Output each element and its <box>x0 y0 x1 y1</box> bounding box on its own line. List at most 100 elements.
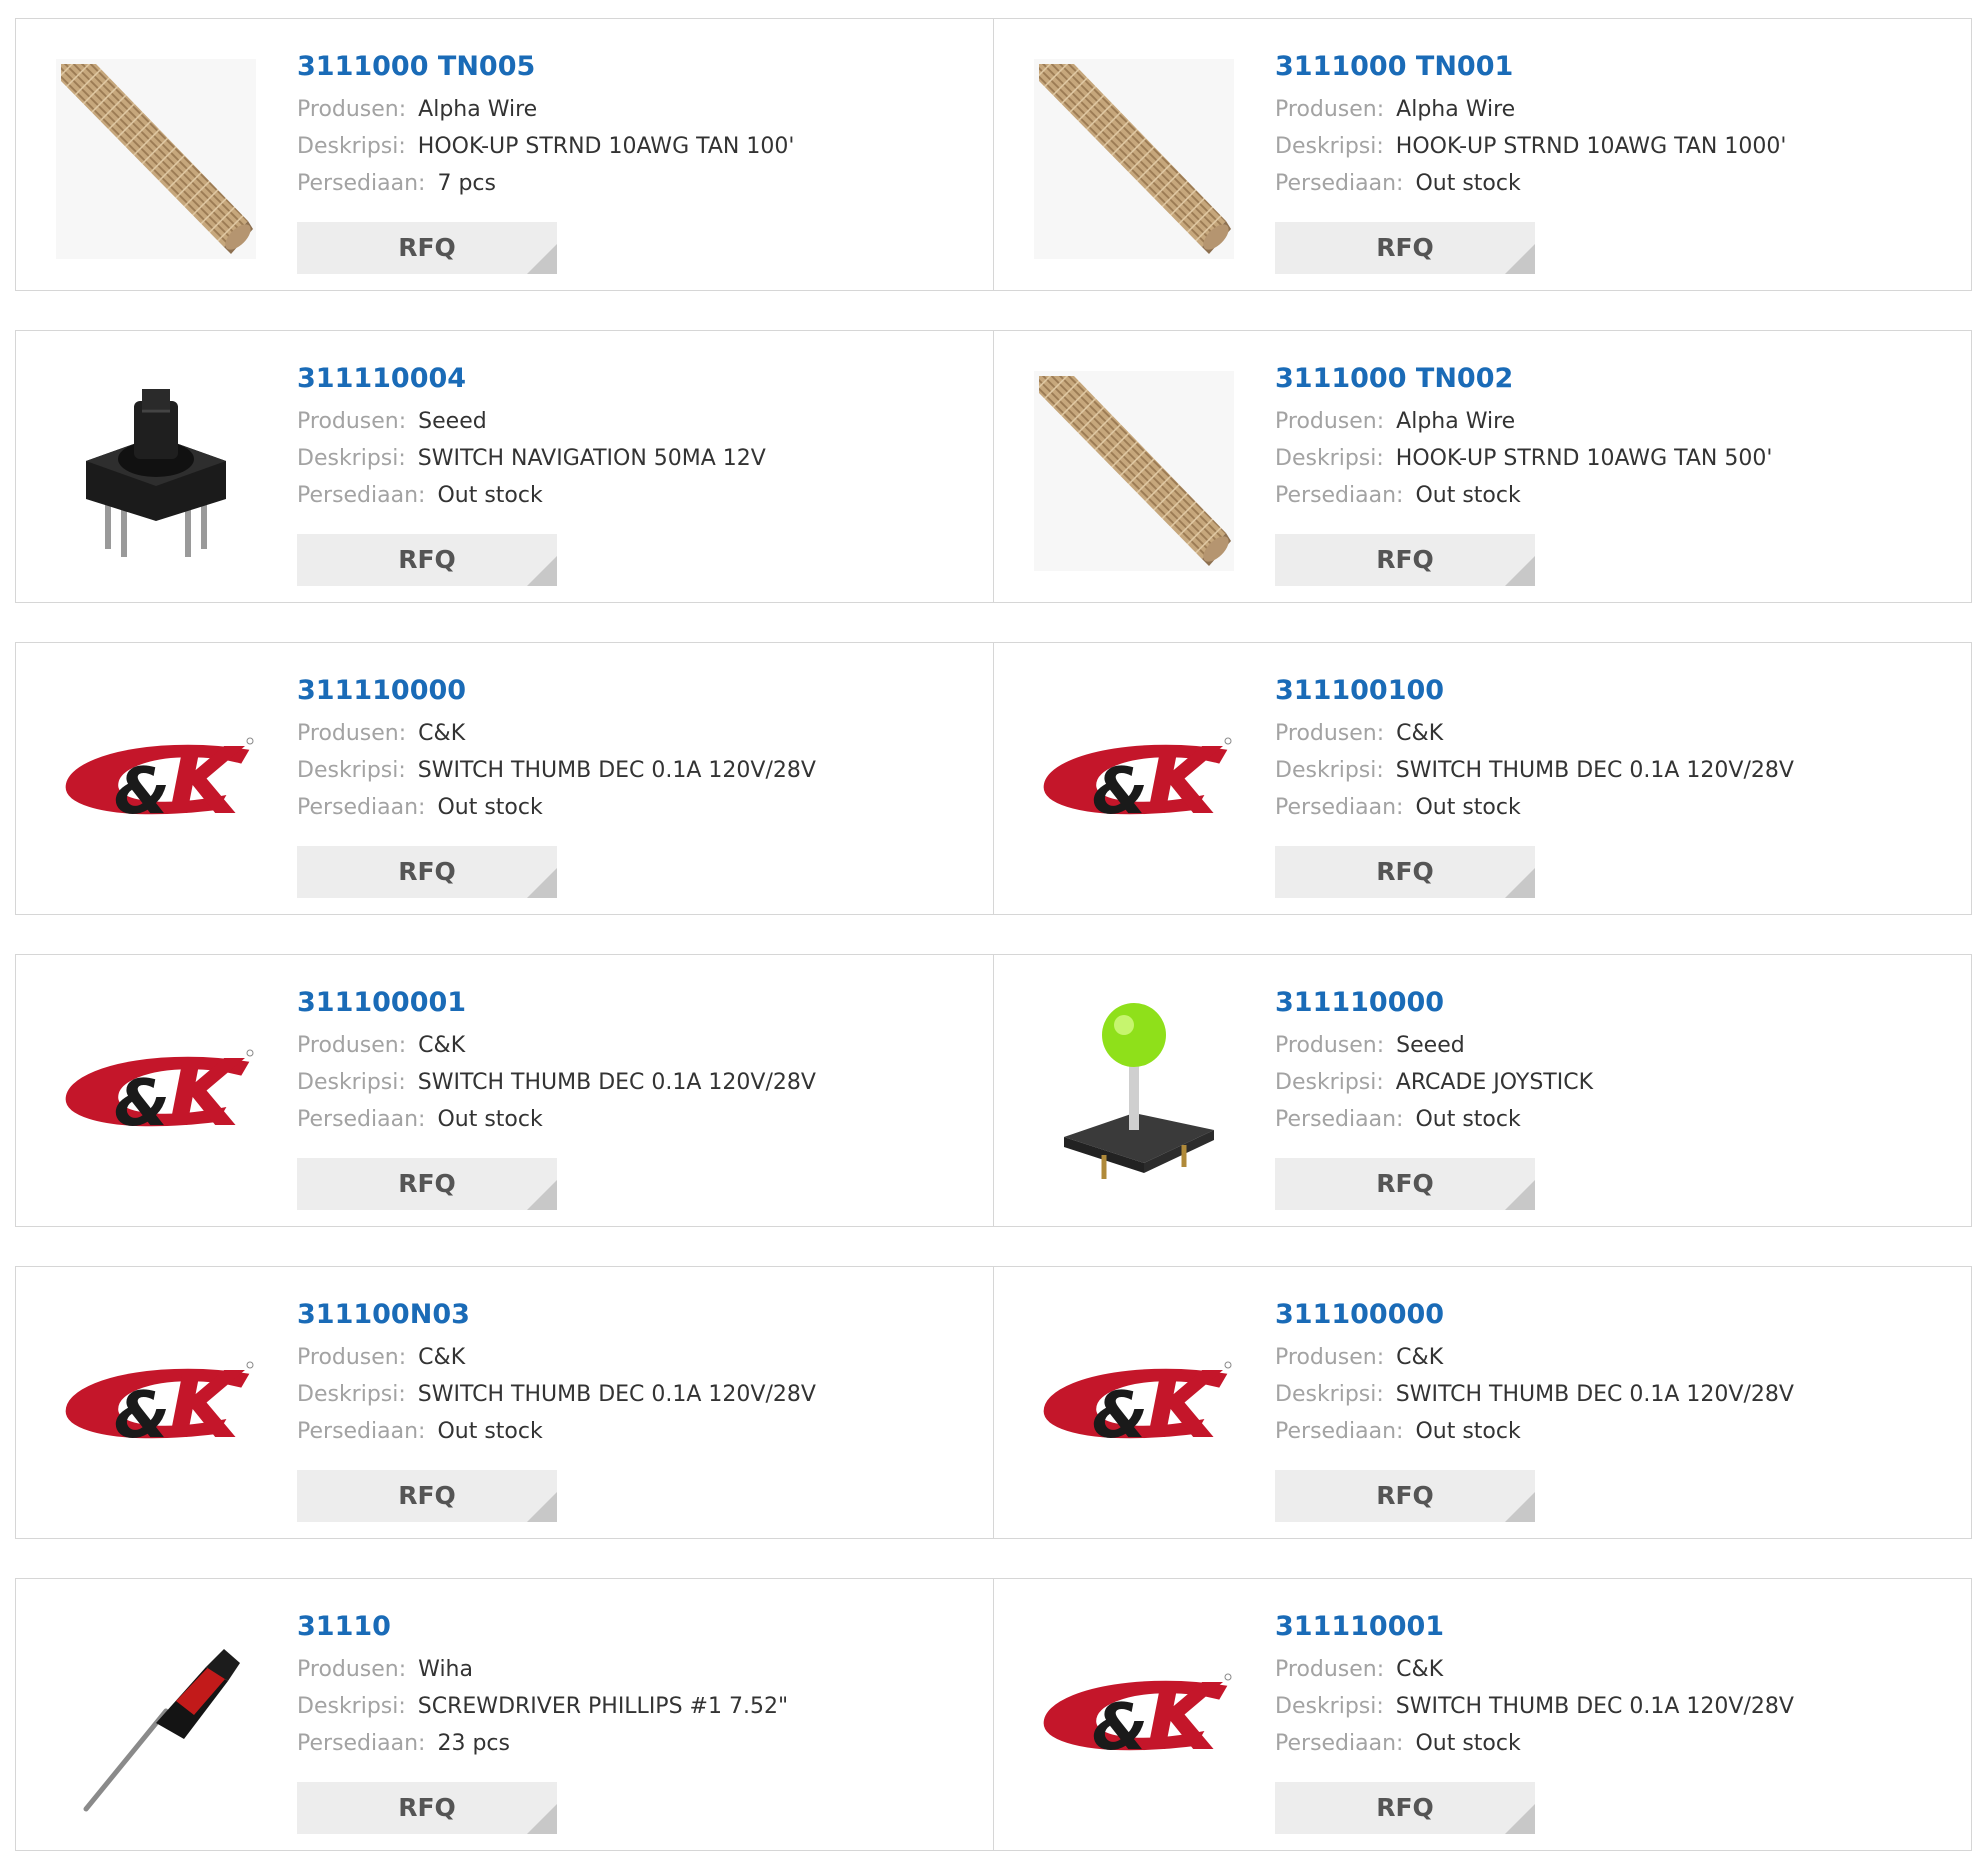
description-label: Deskripsi: <box>1275 758 1384 783</box>
manufacturer-line: Produsen: C&K <box>297 1339 973 1376</box>
product-image[interactable]: C & K <box>56 683 256 883</box>
stock-value: Out stock <box>437 483 543 508</box>
product-card: C & K 311100100 Produsen: C&K Deskripsi: S… <box>993 642 1972 915</box>
product-image[interactable] <box>1034 59 1234 259</box>
description-line: Deskripsi: SWITCH THUMB DEC 0.1A 120V/28V <box>1275 752 1951 789</box>
stock-label: Persediaan: <box>297 171 426 196</box>
stock-label: Persediaan: <box>1275 1419 1404 1444</box>
rfq-button[interactable]: RFQ <box>297 846 557 898</box>
stock-label: Persediaan: <box>297 1107 426 1132</box>
manufacturer-label: Produsen: <box>1275 1345 1385 1370</box>
manufacturer-line: Produsen: C&K <box>1275 715 1951 752</box>
manufacturer-line: Produsen: Wiha <box>297 1651 973 1688</box>
stock-line: Persediaan: Out stock <box>1275 165 1951 202</box>
product-card: C & K 311110000 Produsen: C&K Deskripsi: S… <box>15 642 994 915</box>
product-info: 311110000 Produsen: C&K Deskripsi: SWITCH … <box>297 673 973 826</box>
product-image[interactable]: C & K <box>1034 683 1234 883</box>
stock-label: Persediaan: <box>1275 1731 1404 1756</box>
part-number-link[interactable]: 311110004 <box>297 361 973 397</box>
product-card: 31110 Produsen: Wiha Deskripsi: SCREWDRIVE… <box>15 1578 994 1851</box>
rfq-button[interactable]: RFQ <box>297 1782 557 1834</box>
rfq-button[interactable]: RFQ <box>1275 846 1535 898</box>
rfq-label: RFQ <box>398 1169 456 1198</box>
product-image[interactable] <box>56 1619 256 1819</box>
description-label: Deskripsi: <box>297 758 406 783</box>
svg-text:&: & <box>114 1067 170 1141</box>
product-image[interactable]: C & K <box>56 1307 256 1507</box>
part-number-link[interactable]: 311100001 <box>297 985 973 1021</box>
product-info: 311110000 Produsen: Seeed Deskripsi: ARCAD… <box>1275 985 1951 1138</box>
part-number-link[interactable]: 3111000 TN005 <box>297 49 973 85</box>
description-label: Deskripsi: <box>297 1070 406 1095</box>
stock-line: Persediaan: Out stock <box>1275 1413 1951 1450</box>
stock-value: 23 pcs <box>437 1731 510 1756</box>
svg-text:&: & <box>1092 755 1148 829</box>
corner-triangle-icon <box>527 556 557 586</box>
manufacturer-line: Produsen: Alpha Wire <box>1275 403 1951 440</box>
description-line: Deskripsi: ARCADE JOYSTICK <box>1275 1064 1951 1101</box>
description-label: Deskripsi: <box>1275 1070 1384 1095</box>
product-image[interactable] <box>56 59 256 259</box>
part-number-link[interactable]: 31110 <box>297 1609 973 1645</box>
manufacturer-line: Produsen: C&K <box>297 1027 973 1064</box>
rfq-button[interactable]: RFQ <box>1275 1782 1535 1834</box>
manufacturer-label: Produsen: <box>1275 1657 1385 1682</box>
part-number-link[interactable]: 3111000 TN002 <box>1275 361 1951 397</box>
product-image[interactable]: C & K <box>1034 1619 1234 1819</box>
rfq-button[interactable]: RFQ <box>1275 534 1535 586</box>
description-line: Deskripsi: HOOK-UP STRND 10AWG TAN 500' <box>1275 440 1951 477</box>
corner-triangle-icon <box>527 868 557 898</box>
rfq-button[interactable]: RFQ <box>1275 1470 1535 1522</box>
rfq-button[interactable]: RFQ <box>297 222 557 274</box>
manufacturer-value: C&K <box>1396 1657 1444 1682</box>
stock-value: Out stock <box>1415 171 1521 196</box>
rfq-label: RFQ <box>1376 1169 1434 1198</box>
product-info: 3111000 TN002 Produsen: Alpha Wire Deskri… <box>1275 361 1951 514</box>
stock-label: Persediaan: <box>1275 171 1404 196</box>
rfq-label: RFQ <box>398 1481 456 1510</box>
product-image[interactable]: C & K <box>56 995 256 1195</box>
rfq-label: RFQ <box>398 1793 456 1822</box>
product-card: C & K 311100000 Produsen: C&K Deskripsi: S… <box>993 1266 1972 1539</box>
part-number-link[interactable]: 3111000 TN001 <box>1275 49 1951 85</box>
description-label: Deskripsi: <box>297 1694 406 1719</box>
manufacturer-line: Produsen: Seeed <box>297 403 973 440</box>
manufacturer-value: Seeed <box>1396 1033 1465 1058</box>
stock-line: Persediaan: Out stock <box>1275 1101 1951 1138</box>
rfq-button[interactable]: RFQ <box>1275 222 1535 274</box>
stock-value: Out stock <box>1415 1731 1521 1756</box>
product-image[interactable]: C & K <box>1034 1307 1234 1507</box>
rfq-button[interactable]: RFQ <box>297 1158 557 1210</box>
description-line: Deskripsi: SWITCH THUMB DEC 0.1A 120V/28V <box>1275 1688 1951 1725</box>
product-image[interactable] <box>56 371 256 571</box>
part-number-link[interactable]: 311100N03 <box>297 1297 973 1333</box>
part-number-link[interactable]: 311110000 <box>297 673 973 709</box>
corner-triangle-icon <box>527 1492 557 1522</box>
description-label: Deskripsi: <box>1275 1382 1384 1407</box>
svg-text:&: & <box>1092 1379 1148 1453</box>
rfq-button[interactable]: RFQ <box>297 1470 557 1522</box>
description-line: Deskripsi: SWITCH THUMB DEC 0.1A 120V/28V <box>1275 1376 1951 1413</box>
manufacturer-label: Produsen: <box>1275 721 1385 746</box>
manufacturer-value: Wiha <box>418 1657 473 1682</box>
manufacturer-label: Produsen: <box>297 409 407 434</box>
product-image[interactable] <box>1034 371 1234 571</box>
svg-text:K: K <box>1146 1664 1223 1771</box>
part-number-link[interactable]: 311100100 <box>1275 673 1951 709</box>
manufacturer-value: C&K <box>1396 721 1444 746</box>
part-number-link[interactable]: 311110000 <box>1275 985 1951 1021</box>
product-info: 311100N03 Produsen: C&K Deskripsi: SWITCH … <box>297 1297 973 1450</box>
svg-text:K: K <box>168 1352 245 1459</box>
rfq-button[interactable]: RFQ <box>297 534 557 586</box>
product-image[interactable] <box>1034 995 1234 1195</box>
corner-triangle-icon <box>1505 868 1535 898</box>
description-value: SCREWDRIVER PHILLIPS #1 7.52" <box>417 1694 789 1719</box>
rfq-button[interactable]: RFQ <box>1275 1158 1535 1210</box>
stock-value: Out stock <box>1415 1419 1521 1444</box>
part-number-link[interactable]: 311100000 <box>1275 1297 1951 1333</box>
manufacturer-value: C&K <box>418 1033 466 1058</box>
part-number-link[interactable]: 311110001 <box>1275 1609 1951 1645</box>
stock-line: Persediaan: Out stock <box>1275 1725 1951 1762</box>
product-info: 3111000 TN005 Produsen: Alpha Wire Deskri… <box>297 49 973 202</box>
product-card: 311110000 Produsen: Seeed Deskripsi: ARCAD… <box>993 954 1972 1227</box>
